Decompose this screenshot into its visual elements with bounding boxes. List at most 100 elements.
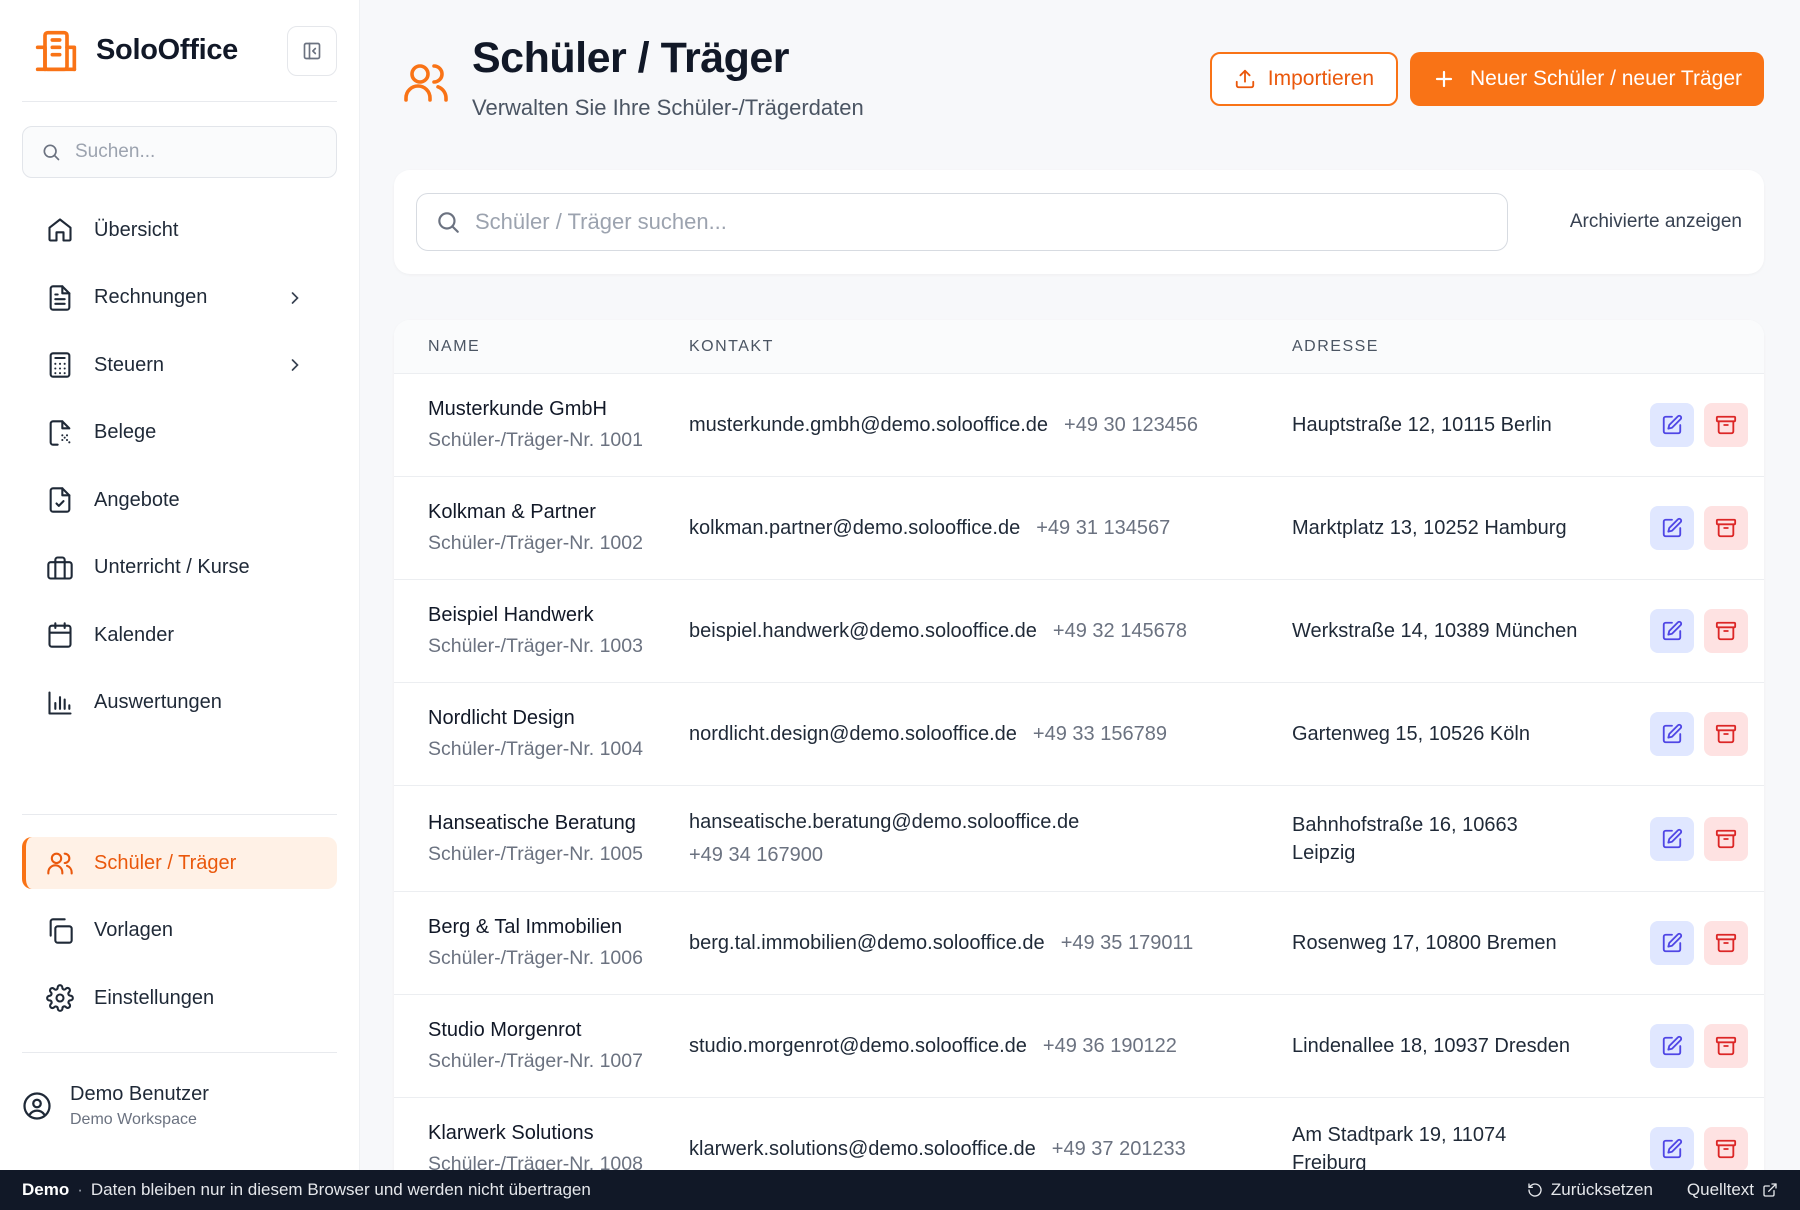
client-name: Kolkman & Partner	[428, 501, 596, 523]
table-row[interactable]: Kolkman & Partner Schüler-/Träger-Nr. 10…	[394, 477, 1764, 580]
sidebar-collapse-icon	[303, 42, 321, 59]
search-icon	[43, 144, 60, 161]
edit-button[interactable]	[1650, 506, 1694, 550]
table-row[interactable]: Hanseatische Beratung Schüler-/Träger-Nr…	[394, 786, 1764, 892]
chevron-right-icon	[291, 291, 299, 304]
archive-button[interactable]	[1704, 403, 1748, 447]
collapse-sidebar-button[interactable]	[287, 25, 337, 76]
sidebar-item-vorlagen[interactable]: Vorlagen	[22, 905, 337, 957]
sidebar-item-belege[interactable]: Belege	[22, 407, 337, 459]
client-address: Rosenweg 17, 10800 Bremen	[1292, 932, 1557, 954]
edit-button[interactable]	[1650, 712, 1694, 756]
building-icon	[35, 30, 77, 71]
client-phone: +49 36 190122	[1042, 1034, 1177, 1057]
user-meta: Demo Benutzer Demo Workspace	[70, 1083, 209, 1129]
name-cell: Kolkman & Partner Schüler-/Träger-Nr. 10…	[394, 501, 689, 555]
row-actions	[1612, 506, 1764, 550]
client-number: Schüler-/Träger-Nr. 1003	[428, 635, 643, 657]
receipt-icon	[49, 419, 71, 446]
plus-icon	[1435, 70, 1453, 88]
calculator-icon	[49, 352, 71, 378]
edit-icon	[1662, 414, 1683, 435]
client-phone: +49 35 179011	[1060, 931, 1194, 954]
edit-button[interactable]	[1650, 1024, 1694, 1068]
client-email[interactable]: nordlicht.design@demo.solooffice.de	[689, 723, 1017, 745]
archive-button[interactable]	[1704, 1024, 1748, 1068]
client-name: Musterkunde GmbH	[428, 398, 607, 420]
edit-button[interactable]	[1650, 1127, 1694, 1171]
new-entry-button[interactable]: Neuer Schüler / neuer Träger	[1410, 52, 1764, 106]
sidebar-item-kalender[interactable]: Kalender	[22, 609, 337, 661]
row-actions	[1612, 1024, 1764, 1068]
sidebar-item-steuern[interactable]: Steuern	[22, 339, 337, 391]
page-title: Schüler / Träger	[472, 34, 790, 82]
sidebar-item-angebote[interactable]: Angebote	[22, 474, 337, 526]
contact-cell: klarwerk.solutions@demo.solooffice.de +49…	[689, 1138, 1292, 1161]
client-phone: +49 34 167900	[689, 843, 824, 866]
sidebar-item-rechnungen[interactable]: Rechnungen	[22, 272, 337, 324]
contact-cell: kolkman.partner@demo.solooffice.de +49 31…	[689, 517, 1292, 540]
address-cell: Rosenweg 17, 10800 Bremen	[1292, 929, 1612, 957]
nav-divider	[22, 814, 337, 815]
import-button[interactable]: Importieren	[1209, 52, 1399, 106]
contact-cell: hanseatische.beratung@demo.solooffice.de…	[689, 811, 1292, 867]
sidebar-item-einstellungen[interactable]: Einstellungen	[22, 972, 337, 1024]
client-email[interactable]: hanseatische.beratung@demo.solooffice.de	[689, 811, 1079, 833]
document-check-icon	[49, 487, 71, 513]
upload-icon	[1235, 69, 1254, 89]
sidebar-item-uebersicht[interactable]: Übersicht	[22, 204, 337, 256]
client-name: Berg & Tal Immobilien	[428, 916, 623, 938]
client-email[interactable]: musterkunde.gmbh@demo.solooffice.de	[689, 414, 1048, 436]
archive-button[interactable]	[1704, 506, 1748, 550]
column-header-address: ADRESSE	[1292, 337, 1379, 355]
header-actions: Importieren Neuer Schüler / neuer Träger	[1209, 52, 1764, 106]
sidebar-item-schueler-traeger[interactable]: Schüler / Träger	[22, 837, 337, 889]
table-row[interactable]: Beispiel Handwerk Schüler-/Träger-Nr. 10…	[394, 580, 1764, 683]
user-name: Demo Benutzer	[70, 1083, 209, 1105]
client-phone: +49 37 201233	[1051, 1137, 1186, 1160]
sidebar-item-auswertungen[interactable]: Auswertungen	[22, 677, 337, 729]
reset-button[interactable]: Zurücksetzen	[1527, 1180, 1653, 1200]
reset-icon	[1528, 1183, 1542, 1197]
bar-chart-icon	[48, 690, 72, 715]
address-cell: Werkstraße 14, 10389 München	[1292, 617, 1612, 645]
source-link[interactable]: Quelltext	[1687, 1180, 1778, 1200]
sidebar-item-unterricht-kurse[interactable]: Unterricht / Kurse	[22, 542, 337, 594]
client-email[interactable]: beispiel.handwerk@demo.solooffice.de	[689, 620, 1037, 642]
client-email[interactable]: klarwerk.solutions@demo.solooffice.de	[689, 1138, 1036, 1160]
archive-icon	[1715, 933, 1737, 953]
main-nav: Übersicht Rechnungen Steuern Belege Ange…	[22, 204, 337, 729]
edit-button[interactable]	[1650, 609, 1694, 653]
page-header: Schüler / Träger Verwalten Sie Ihre Schü…	[394, 0, 1764, 170]
archive-button[interactable]	[1704, 609, 1748, 653]
edit-button[interactable]	[1650, 816, 1694, 861]
user-menu[interactable]: Demo Benutzer Demo Workspace	[22, 1052, 337, 1129]
client-email[interactable]: berg.tal.immobilien@demo.solooffice.de	[689, 932, 1045, 954]
sidebar-item-label: Unterricht / Kurse	[94, 556, 250, 578]
sidebar-item-label: Einstellungen	[94, 986, 215, 1009]
edit-button[interactable]	[1650, 921, 1694, 965]
search-input[interactable]: Schüler / Träger suchen...	[416, 193, 1508, 251]
table-row[interactable]: Musterkunde GmbH Schüler-/Träger-Nr. 100…	[394, 374, 1764, 477]
sidebar-search[interactable]: Suchen...	[22, 126, 337, 178]
address-cell: Hauptstraße 12, 10115 Berlin	[1292, 411, 1612, 439]
archive-button[interactable]	[1704, 712, 1748, 756]
client-phone: +49 32 145678	[1052, 619, 1187, 642]
table-row[interactable]: Nordlicht Design Schüler-/Träger-Nr. 100…	[394, 683, 1764, 786]
edit-button[interactable]	[1650, 403, 1694, 447]
sidebar-item-label: Übersicht	[94, 218, 179, 241]
archive-button[interactable]	[1704, 1127, 1748, 1171]
table-row[interactable]: Berg & Tal Immobilien Schüler-/Träger-Nr…	[394, 892, 1764, 995]
address-cell: Bahnhofstraße 16, 10663 Leipzig	[1292, 811, 1612, 867]
archive-button[interactable]	[1704, 921, 1748, 965]
demo-tag: Demo	[22, 1180, 70, 1199]
demo-actions: Zurücksetzen Quelltext	[1527, 1180, 1778, 1200]
name-cell: Hanseatische Beratung Schüler-/Träger-Nr…	[394, 812, 689, 866]
show-archived-toggle[interactable]: Archivierte anzeigen	[1570, 211, 1742, 233]
table-row[interactable]: Studio Morgenrot Schüler-/Träger-Nr. 100…	[394, 995, 1764, 1098]
client-email[interactable]: studio.morgenrot@demo.solooffice.de	[689, 1035, 1027, 1057]
client-email[interactable]: kolkman.partner@demo.solooffice.de	[689, 517, 1020, 539]
archive-button[interactable]	[1704, 816, 1748, 861]
client-number: Schüler-/Träger-Nr. 1004	[428, 738, 643, 760]
address-cell: Gartenweg 15, 10526 Köln	[1292, 720, 1612, 748]
